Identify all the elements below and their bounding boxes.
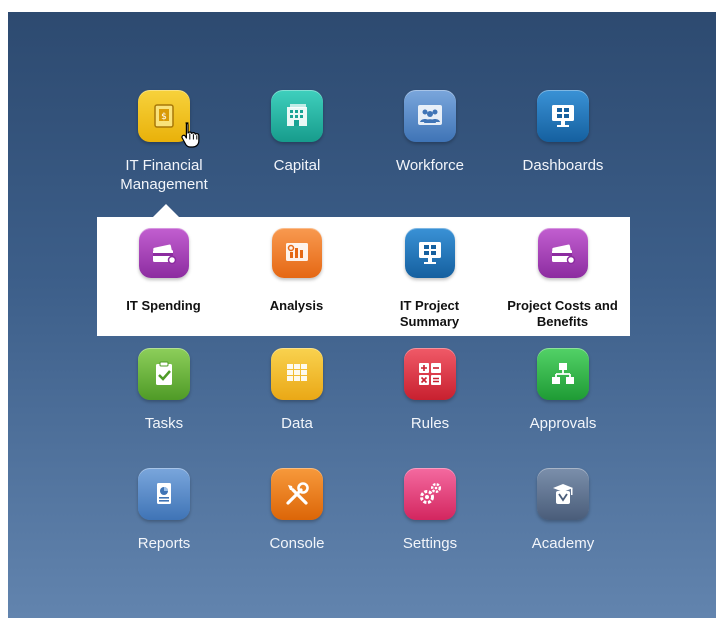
- tile-console[interactable]: Console: [231, 468, 363, 553]
- tile-it-financial-management[interactable]: $ IT Financial Management: [98, 90, 230, 194]
- monitor-icon: [404, 228, 455, 278]
- tile-label: Dashboards: [522, 157, 604, 174]
- hierarchy-icon: [537, 348, 589, 400]
- tile-capital[interactable]: Capital: [231, 90, 363, 175]
- tile-tasks[interactable]: Tasks: [98, 348, 230, 433]
- tile-label: Workforce: [395, 157, 465, 174]
- tools-icon: [271, 468, 323, 520]
- report-icon: [138, 468, 190, 520]
- submenu-project-costs-and-benefits[interactable]: Project Costs and Benefits: [496, 228, 629, 330]
- building-icon: [271, 90, 323, 142]
- clipboard-check-icon: [138, 348, 190, 400]
- graduate-icon: [537, 468, 589, 520]
- grid-icon: [271, 348, 323, 400]
- submenu-label: Analysis: [269, 298, 324, 313]
- submenu-panel: IT Spending Analysis IT Project Summary …: [97, 217, 630, 336]
- tile-label: Console: [269, 535, 325, 552]
- tile-label: Settings: [402, 535, 458, 552]
- gears-icon: [404, 468, 456, 520]
- tile-label: Reports: [137, 535, 191, 552]
- hand-cursor-icon: [181, 122, 200, 148]
- tile-data[interactable]: Data: [231, 348, 363, 433]
- tile-rules[interactable]: Rules: [364, 348, 496, 433]
- tile-reports[interactable]: Reports: [98, 468, 230, 553]
- tile-label: Academy: [531, 535, 595, 552]
- svg-text:$: $: [161, 112, 167, 122]
- submenu-label: IT Project Summary: [399, 298, 460, 329]
- monitor-icon: [537, 90, 589, 142]
- submenu-analysis[interactable]: Analysis: [230, 228, 363, 314]
- tile-label: Rules: [410, 415, 450, 432]
- tile-dashboards[interactable]: Dashboards: [497, 90, 629, 175]
- chart-board-icon: [271, 228, 322, 278]
- tile-settings[interactable]: Settings: [364, 468, 496, 553]
- tile-label: Approvals: [529, 415, 597, 432]
- submenu-it-spending[interactable]: IT Spending: [97, 228, 230, 314]
- calculator-icon: [404, 348, 456, 400]
- tile-label: Data: [281, 415, 313, 432]
- people-icon: [404, 90, 456, 142]
- submenu-it-project-summary[interactable]: IT Project Summary: [363, 228, 496, 330]
- tile-label: IT Financial Management: [120, 157, 208, 193]
- credit-card-icon: [537, 228, 588, 278]
- tile-label: Capital: [273, 157, 321, 174]
- tile-workforce[interactable]: Workforce: [364, 90, 496, 175]
- submenu-label: Project Costs and Benefits: [507, 298, 618, 329]
- tile-approvals[interactable]: Approvals: [497, 348, 629, 433]
- submenu-caret: [152, 204, 180, 218]
- tile-academy[interactable]: Academy: [497, 468, 629, 553]
- credit-card-icon: [138, 228, 189, 278]
- submenu-label: IT Spending: [126, 298, 201, 313]
- tile-label: Tasks: [144, 415, 184, 432]
